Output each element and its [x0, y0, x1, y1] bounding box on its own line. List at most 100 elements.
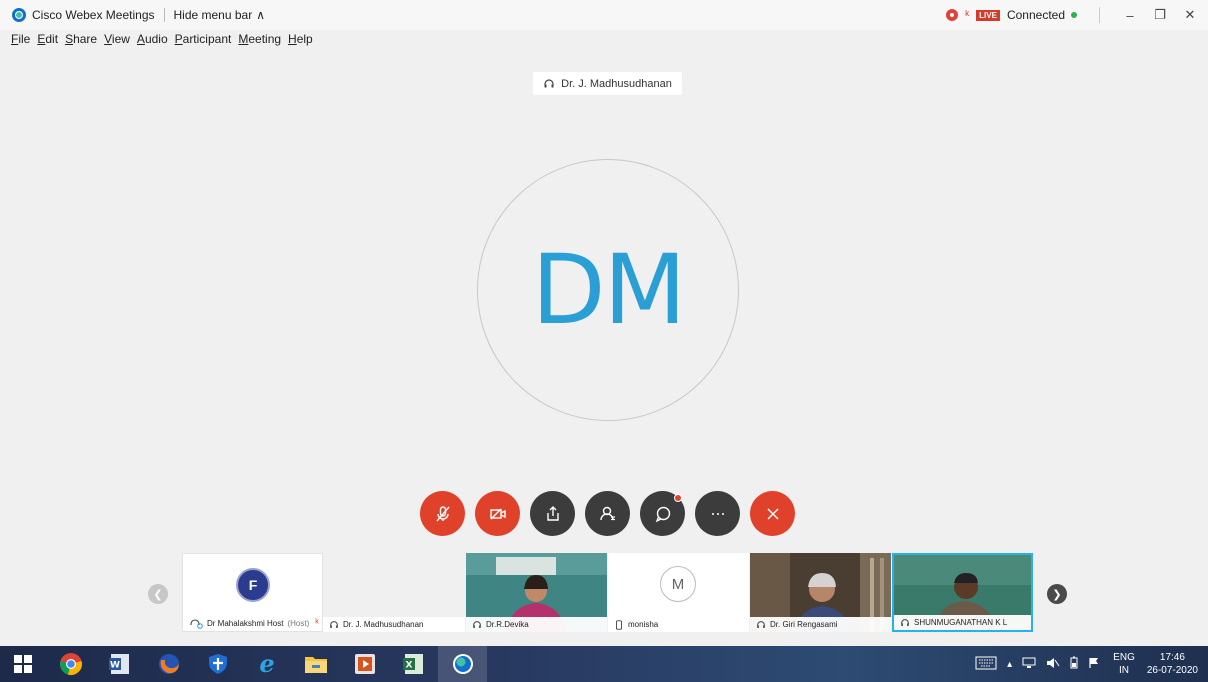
folder-icon [304, 657, 327, 673]
recording-icon[interactable] [946, 9, 959, 21]
participant-name: Dr.R.Devika [486, 620, 529, 629]
taskbar-internet-explorer[interactable]: e [242, 646, 291, 682]
menu-help[interactable]: Help [288, 32, 313, 52]
hide-menu-bar-button[interactable]: Hide menu bar ∧ [174, 8, 266, 22]
excel-icon: X [402, 654, 423, 674]
thumbnails-next-button[interactable]: ❯ [1047, 584, 1067, 604]
system-tray: ▴ ENG IN 17:46 26-07-2020 [970, 646, 1208, 682]
chevron-up-icon[interactable]: ▴ [1007, 659, 1012, 670]
taskbar-word[interactable]: W [95, 646, 144, 682]
chrome-icon [59, 653, 82, 675]
participant-name: Dr. J. Madhusudhanan [343, 620, 424, 629]
taskbar-excel[interactable]: X [389, 646, 438, 682]
menu-view[interactable]: View [104, 32, 130, 52]
participant-name-bar: Dr Mahalakshmi Host (Host) ᵏ [183, 616, 322, 631]
word-icon: W [108, 654, 129, 674]
start-video-button[interactable] [475, 491, 520, 536]
clock-date: 26-07-2020 [1146, 665, 1198, 676]
svg-text:e: e [259, 651, 274, 677]
restore-button[interactable]: ❐ [1148, 7, 1172, 23]
keyboard-icon[interactable] [975, 656, 997, 673]
participant-name: Dr. Giri Rengasami [770, 620, 838, 629]
taskbar-clock[interactable]: 17:46 26-07-2020 [1147, 651, 1198, 677]
more-options-button[interactable] [695, 491, 740, 536]
participant-name: Dr Mahalakshmi Host [207, 619, 284, 628]
meeting-controls [420, 491, 795, 536]
menu-meeting[interactable]: Meeting [238, 32, 281, 52]
title-bar-status: ᵏ LIVE Connected – ❐ ✕ [946, 0, 1208, 30]
microphone-muted-icon: ᵏ [965, 8, 970, 22]
participant-thumbnail[interactable]: Dr. J. Madhusudhanan [323, 553, 465, 632]
hide-menu-bar-label: Hide menu bar [173, 8, 253, 22]
participant-name-bar: Dr. Giri Rengasami [750, 617, 891, 632]
start-button[interactable] [0, 646, 46, 682]
network-icon[interactable] [1022, 657, 1036, 672]
participants-button[interactable] [585, 491, 630, 536]
unread-badge [674, 494, 682, 502]
microphone-muted-icon: ᵏ [315, 618, 319, 629]
participant-name: monisha [628, 620, 659, 629]
participant-name-bar: Dr.R.Devika [466, 617, 607, 632]
clock-time: 17:46 [1159, 652, 1185, 663]
battery-icon[interactable] [1070, 656, 1078, 672]
participant-name-bar: SHUNMUGANATHAN K L [894, 615, 1031, 630]
taskbar-security-app[interactable] [193, 646, 242, 682]
live-badge: LIVE [976, 9, 1000, 21]
participant-thumbnail[interactable]: F Dr Mahalakshmi Host (Host) ᵏ [182, 553, 323, 632]
microphone-muted-icon [435, 505, 450, 521]
participant-thumbnail[interactable]: M monisha [608, 553, 749, 632]
webex-logo-icon [12, 8, 26, 22]
ellipsis-icon [711, 512, 724, 515]
menu-bar: File Edit Share View Audio Participant M… [0, 32, 320, 52]
title-bar: Cisco Webex Meetings Hide menu bar ∧ ᵏ L… [0, 0, 1208, 30]
menu-edit[interactable]: Edit [37, 32, 58, 52]
taskbar-chrome[interactable] [46, 646, 95, 682]
share-content-button[interactable] [530, 491, 575, 536]
language-indicator[interactable]: ENG IN [1113, 651, 1135, 677]
headset-icon [190, 618, 203, 629]
chevron-right-icon: ❯ [1052, 588, 1062, 601]
participant-thumbnail[interactable]: Dr. Giri Rengasami [750, 553, 891, 632]
taskbar-webex[interactable] [438, 646, 487, 682]
participant-thumbnail[interactable]: Dr.R.Devika [466, 553, 607, 632]
title-separator [163, 8, 165, 22]
chat-bubble-icon [655, 506, 670, 522]
language-code: ENG [1113, 652, 1135, 663]
headset-icon [330, 620, 338, 628]
minimize-button[interactable]: – [1118, 8, 1142, 23]
taskbar-file-explorer[interactable] [291, 646, 340, 682]
app-title: Cisco Webex Meetings [32, 8, 155, 22]
menu-share[interactable]: Share [65, 32, 97, 52]
connection-dot-icon [1071, 12, 1077, 18]
participant-name: SHUNMUGANATHAN K L [914, 618, 1008, 627]
unmute-button[interactable] [420, 491, 465, 536]
close-window-button[interactable]: ✕ [1178, 7, 1202, 23]
firefox-icon [158, 654, 179, 674]
taskbar-media-player[interactable] [340, 646, 389, 682]
participant-name-bar: Dr. J. Madhusudhanan [323, 617, 465, 632]
thumbnails-previous-button[interactable]: ❮ [148, 584, 168, 604]
leave-meeting-button[interactable] [750, 491, 795, 536]
taskbar-firefox[interactable] [144, 646, 193, 682]
host-tag: (Host) [287, 619, 310, 628]
participant-avatar: M [660, 566, 696, 602]
active-speaker-label: Dr. J. Madhusudhanan [533, 72, 682, 95]
media-player-icon [354, 654, 375, 674]
windows-logo-icon [14, 655, 32, 673]
connection-status: Connected [1006, 8, 1065, 22]
participant-name-bar: monisha [608, 617, 749, 632]
organization-logo-icon: F [236, 568, 270, 602]
menu-file[interactable]: File [11, 32, 30, 52]
webex-icon [452, 654, 473, 674]
flag-icon[interactable] [1088, 657, 1100, 672]
video-off-icon [489, 508, 506, 519]
speaker-muted-icon[interactable] [1046, 657, 1060, 672]
active-speaker-avatar: DM [477, 159, 739, 421]
chat-button[interactable] [640, 491, 685, 536]
svg-text:X: X [405, 661, 412, 671]
participants-icon [599, 506, 615, 520]
menu-participant[interactable]: Participant [175, 32, 232, 52]
participant-thumbnail-active[interactable]: SHUNMUGANATHAN K L [892, 553, 1033, 632]
menu-audio[interactable]: Audio [137, 32, 168, 52]
phone-icon [616, 619, 622, 630]
